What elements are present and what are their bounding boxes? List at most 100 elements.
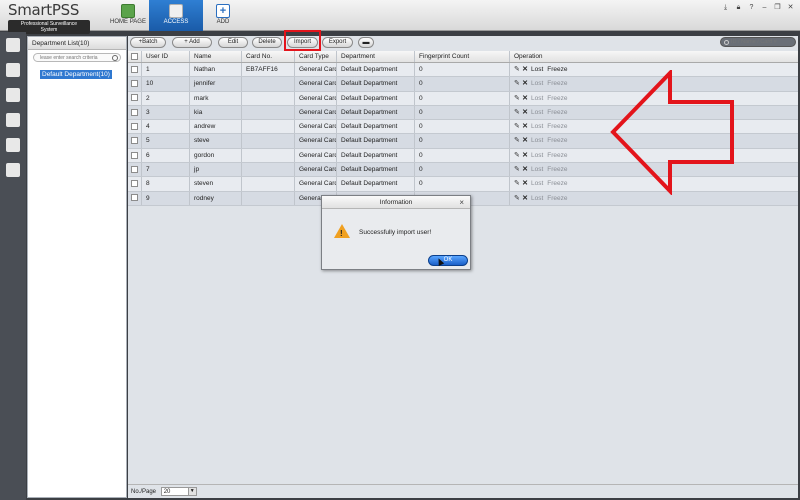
row-checkbox[interactable] (131, 180, 138, 188)
lost-action[interactable]: Lost (531, 95, 543, 102)
delete-icon[interactable]: ✕ (521, 177, 529, 190)
restore-icon[interactable]: ❐ (774, 4, 781, 11)
pencil-icon[interactable]: ✎ (514, 192, 521, 205)
lost-action[interactable]: Lost (531, 137, 543, 144)
pencil-icon[interactable]: ✎ (514, 106, 521, 119)
cell-card-no (242, 77, 295, 91)
col-card-no[interactable]: Card No. (242, 51, 295, 62)
row-checkbox[interactable] (131, 80, 138, 88)
lost-action[interactable]: Lost (531, 66, 543, 73)
delete-icon[interactable]: ✕ (521, 163, 529, 176)
search-icon[interactable] (724, 40, 729, 45)
row-checkbox[interactable] (131, 137, 138, 145)
delete-icon[interactable]: ✕ (521, 77, 529, 90)
cell-user-id: 6 (142, 148, 190, 163)
delete-icon[interactable]: ✕ (521, 92, 529, 105)
pencil-icon[interactable]: ✎ (514, 163, 521, 176)
col-name[interactable]: Name (190, 51, 242, 62)
batch-button[interactable]: +Batch (130, 37, 166, 48)
row-checkbox[interactable] (131, 165, 138, 173)
device-icon[interactable] (6, 38, 20, 52)
nav-home-page[interactable]: HOME PAGE (101, 0, 155, 31)
freeze-action[interactable]: Freeze (547, 180, 567, 187)
door-icon[interactable] (6, 113, 20, 127)
row-checkbox[interactable] (131, 65, 138, 73)
pencil-icon[interactable]: ✎ (514, 77, 521, 90)
lost-action[interactable]: Lost (531, 195, 543, 202)
user-search (720, 37, 796, 47)
user-search-input[interactable] (721, 38, 789, 46)
per-page-select[interactable]: 20 ▼ (160, 486, 197, 496)
close-icon[interactable]: ✕ (787, 4, 794, 11)
cell-name: gordon (190, 148, 242, 163)
row-checkbox[interactable] (131, 108, 138, 116)
row-checkbox[interactable] (131, 151, 138, 159)
freeze-action[interactable]: Freeze (547, 166, 567, 173)
lost-action[interactable]: Lost (531, 80, 543, 87)
cell-name: mark (190, 91, 242, 105)
row-checkbox[interactable] (131, 94, 138, 102)
freeze-action[interactable]: Freeze (547, 80, 567, 87)
freeze-action[interactable]: Freeze (547, 95, 567, 102)
person-icon[interactable] (6, 88, 20, 102)
help-icon[interactable]: ? (748, 4, 755, 11)
export-button[interactable]: Export (322, 37, 353, 48)
col-card-type[interactable]: Card Type (295, 51, 337, 62)
add-button[interactable]: + Add (172, 37, 212, 48)
lost-action[interactable]: Lost (531, 123, 543, 130)
search-icon[interactable] (112, 55, 118, 61)
col-user-id[interactable]: User ID (142, 51, 190, 62)
freeze-action[interactable]: Freeze (547, 123, 567, 130)
pencil-icon[interactable]: ✎ (514, 134, 521, 147)
close-icon[interactable]: × (459, 196, 464, 209)
freeze-action[interactable]: Freeze (547, 195, 567, 202)
lock-icon[interactable]: 🔒︎ (735, 4, 742, 11)
cell-card-no (242, 163, 295, 177)
select-all-checkbox[interactable] (131, 52, 138, 60)
card-reader-icon[interactable]: ▬ (358, 37, 374, 48)
lost-action[interactable]: Lost (531, 152, 543, 159)
delete-icon[interactable]: ✕ (521, 120, 529, 133)
freeze-action[interactable]: Freeze (547, 109, 567, 116)
cell-card-no (242, 134, 295, 148)
cell-card-no (242, 148, 295, 163)
record-icon[interactable] (6, 138, 20, 152)
nav-access[interactable]: ACCESS (149, 0, 203, 31)
lost-action[interactable]: Lost (531, 180, 543, 187)
department-item-default[interactable]: Default Department(10) (40, 70, 112, 79)
minimize-icon[interactable]: – (761, 4, 768, 11)
card-icon[interactable] (6, 63, 20, 77)
pencil-icon[interactable]: ✎ (514, 92, 521, 105)
delete-icon[interactable]: ✕ (521, 134, 529, 147)
cell-name: jennifer (190, 77, 242, 91)
plus-icon: + (216, 4, 230, 18)
row-checkbox[interactable] (131, 194, 138, 202)
pencil-icon[interactable]: ✎ (514, 63, 521, 76)
pencil-icon[interactable]: ✎ (514, 120, 521, 133)
lost-action[interactable]: Lost (531, 166, 543, 173)
delete-button[interactable]: Delete (252, 37, 282, 48)
delete-icon[interactable]: ✕ (521, 149, 529, 162)
freeze-action[interactable]: Freeze (547, 137, 567, 144)
col-department[interactable]: Department (337, 51, 415, 62)
delete-icon[interactable]: ✕ (521, 63, 529, 76)
pencil-icon[interactable]: ✎ (514, 177, 521, 190)
nav-add[interactable]: + ADD (196, 0, 250, 31)
lost-action[interactable]: Lost (531, 109, 543, 116)
cell-card-type: General Card (295, 63, 337, 77)
delete-icon[interactable]: ✕ (521, 106, 529, 119)
cell-card-type: General Card (295, 163, 337, 177)
table-header: User ID Name Card No. Card Type Departme… (128, 51, 798, 63)
edit-button[interactable]: Edit (218, 37, 248, 48)
pencil-icon[interactable]: ✎ (514, 149, 521, 162)
ok-button[interactable]: OK (428, 255, 468, 266)
department-search-input[interactable] (34, 54, 114, 62)
cell-name: steve (190, 134, 242, 148)
col-fingerprint-count[interactable]: Fingerprint Count (415, 51, 510, 62)
row-checkbox[interactable] (131, 122, 138, 130)
user-settings-icon[interactable] (6, 163, 20, 177)
freeze-action[interactable]: Freeze (547, 66, 567, 73)
delete-icon[interactable]: ✕ (521, 192, 529, 205)
download-icon[interactable]: ⤓ (722, 4, 729, 11)
freeze-action[interactable]: Freeze (547, 152, 567, 159)
